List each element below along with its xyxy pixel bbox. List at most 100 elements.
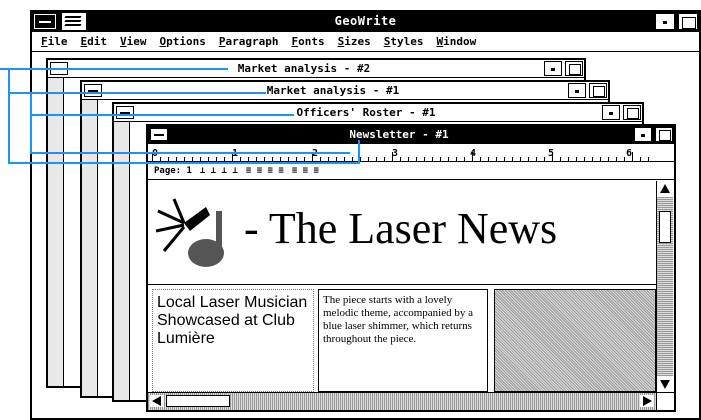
connector-line xyxy=(30,114,294,116)
hscroll-thumb[interactable] xyxy=(166,395,230,407)
menu-window[interactable]: Window xyxy=(430,32,483,51)
menu-paragraph[interactable]: Paragraph xyxy=(213,32,286,51)
doc-maximize-icon[interactable] xyxy=(655,127,673,142)
scroll-down-arrow-icon[interactable] xyxy=(658,377,672,391)
ruler-tick xyxy=(640,157,641,161)
ruler-tick xyxy=(448,157,449,161)
horizontal-scrollbar[interactable] xyxy=(148,392,656,410)
newsletter-headline: - The Laser News xyxy=(244,204,558,253)
maximize-icon[interactable] xyxy=(678,13,698,30)
ruler-tick xyxy=(176,157,177,161)
ruler-tick xyxy=(536,157,537,161)
scroll-right-arrow-icon[interactable] xyxy=(640,395,654,407)
vertical-scrollbar[interactable] xyxy=(656,181,674,392)
ruler-tick xyxy=(352,157,353,161)
doc-minimize-icon[interactable] xyxy=(544,61,562,76)
ruler-tick xyxy=(264,157,265,161)
ruler-tick xyxy=(520,157,521,161)
doc-system-menu-icon[interactable] xyxy=(84,84,102,97)
doc-title: Market analysis - #1 xyxy=(266,84,400,97)
ruler-tick xyxy=(392,152,393,161)
connector-line xyxy=(358,140,360,164)
app-titlebar[interactable]: GeoWrite xyxy=(32,12,699,32)
ruler-scale[interactable]: 0 1 2 3 4 5 6 xyxy=(148,148,674,162)
ruler-tick xyxy=(224,157,225,161)
ruler-tick xyxy=(320,157,321,161)
doc-title: Officers' Roster - #1 xyxy=(296,106,436,119)
ruler-tick xyxy=(504,157,505,161)
ruler-toolrow: Page: 1 ⊥ ⊥ ⊥ ⊥ ≡ ≡ ≡ ≡ ≡ ≡ ≡ xyxy=(148,164,674,178)
vscroll-thumb[interactable] xyxy=(659,211,671,243)
ruler-tick xyxy=(304,157,305,161)
ruler-tick xyxy=(496,157,497,161)
ruler-tick xyxy=(424,157,425,161)
ruler-tick xyxy=(384,157,385,161)
ruler-tick xyxy=(512,157,513,161)
justify-icons[interactable]: ≡ ≡ ≡ ≡ xyxy=(246,166,284,176)
doc-minimize-icon[interactable] xyxy=(634,127,652,142)
story-text: The piece starts with a lovely melodic t… xyxy=(318,289,488,392)
ruler-tick xyxy=(248,157,249,161)
doc-titlebar[interactable]: Market analysis - #1 xyxy=(82,82,608,100)
scroll-left-arrow-icon[interactable] xyxy=(150,395,164,407)
ruler-tick xyxy=(168,157,169,161)
menu-file[interactable]: File xyxy=(35,32,75,51)
doc-system-menu-icon[interactable] xyxy=(116,106,134,119)
menu-edit[interactable]: Edit xyxy=(75,32,115,51)
scroll-corner xyxy=(656,392,674,410)
doc-maximize-icon[interactable] xyxy=(623,105,641,120)
doc-maximize-icon[interactable] xyxy=(589,83,607,98)
ruler-tick xyxy=(416,157,417,161)
ruler-tick xyxy=(592,157,593,161)
doc-system-menu-icon[interactable] xyxy=(150,128,168,141)
ruler-tick xyxy=(480,157,481,161)
minimize-icon[interactable] xyxy=(655,13,675,30)
menu-fonts[interactable]: Fonts xyxy=(285,32,331,51)
scroll-up-arrow-icon[interactable] xyxy=(658,182,672,196)
ruler-tick xyxy=(216,157,217,161)
menu-options[interactable]: Options xyxy=(154,32,213,51)
ruler-tick xyxy=(192,157,193,161)
connector-line xyxy=(8,68,10,164)
ruler-tick xyxy=(616,157,617,161)
ruler-tick xyxy=(344,157,345,161)
ruler-tick xyxy=(440,157,441,161)
ruler-tick xyxy=(552,152,553,161)
ruler-tick xyxy=(600,157,601,161)
menu-view[interactable]: View xyxy=(114,32,154,51)
ruler-tick xyxy=(528,157,529,161)
menu-sizes[interactable]: Sizes xyxy=(332,32,378,51)
doc-title: Newsletter - #1 xyxy=(349,128,449,141)
ruler-tick xyxy=(472,152,473,161)
ruler-tick xyxy=(400,157,401,161)
ruler-tick xyxy=(240,157,241,161)
ruler-tick xyxy=(608,157,609,161)
ruler-tick xyxy=(368,157,369,161)
ruler-number: 4 xyxy=(470,148,477,159)
menu-styles[interactable]: Styles xyxy=(378,32,431,51)
connector-line xyxy=(30,92,32,154)
menu-bar: File Edit View Options Paragraph Fonts S… xyxy=(32,32,699,52)
spacing-icons[interactable]: ≡ ≡ ≡ xyxy=(292,166,319,176)
document-window-newsletter[interactable]: Newsletter - #1 0 1 2 3 4 5 6 Page: 1 ⊥ … xyxy=(146,124,676,412)
left-strip xyxy=(48,78,64,386)
doc-minimize-icon[interactable] xyxy=(602,105,620,120)
story-heading: Local Laser Musician Showcased at Club L… xyxy=(152,289,314,392)
doc-minimize-icon[interactable] xyxy=(568,83,586,98)
doc-titlebar-active[interactable]: Newsletter - #1 xyxy=(148,126,674,144)
doc-titlebar[interactable]: Officers' Roster - #1 xyxy=(114,104,642,122)
ruler-tick xyxy=(632,152,633,161)
connector-line xyxy=(8,92,266,94)
ruler-tick xyxy=(256,157,257,161)
doc-maximize-icon[interactable] xyxy=(565,61,583,76)
app-title: GeoWrite xyxy=(334,14,397,28)
ruler-tick xyxy=(576,157,577,161)
tab-stop-icons[interactable]: ⊥ ⊥ ⊥ ⊥ xyxy=(200,166,238,176)
document-content[interactable]: - The Laser News Local Laser Musician Sh… xyxy=(148,181,656,392)
page-label[interactable]: Page: 1 xyxy=(154,166,192,176)
image-frame xyxy=(494,289,656,392)
ruler-tick xyxy=(200,157,201,161)
connector-line xyxy=(30,152,350,154)
ruler-tick xyxy=(208,157,209,161)
ruler-tick xyxy=(648,157,649,161)
